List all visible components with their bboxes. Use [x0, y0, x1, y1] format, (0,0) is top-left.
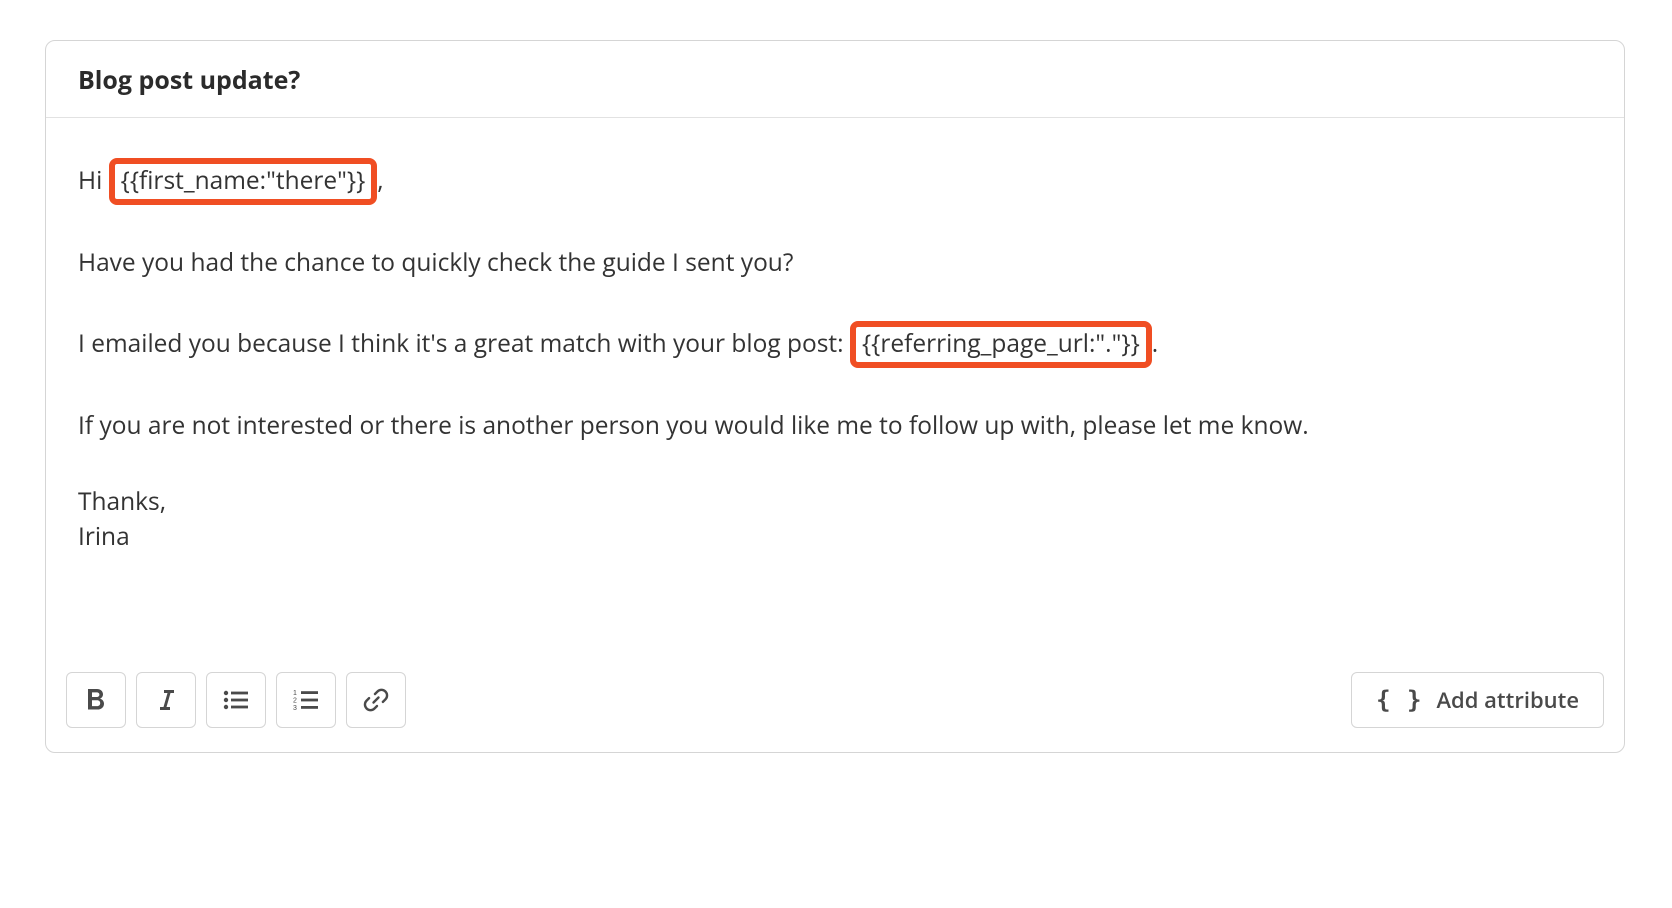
subject-text: Blog post update?	[78, 63, 300, 97]
bold-icon	[84, 687, 108, 713]
bullet-list-button[interactable]	[206, 672, 266, 728]
merge-tag-first-name[interactable]: {{first_name:"there"}}	[109, 158, 378, 205]
svg-text:2: 2	[293, 698, 297, 705]
toolbar-left-group: 1 2 3	[66, 672, 406, 728]
editor-toolbar: 1 2 3	[46, 658, 1624, 752]
greeting-prefix: Hi	[78, 164, 109, 197]
greeting-suffix: ,	[377, 164, 383, 197]
body-line-2-suffix: .	[1152, 327, 1158, 360]
bold-button[interactable]	[66, 672, 126, 728]
merge-tag-referring-url-text: {{referring_page_url:"."}}	[862, 327, 1140, 360]
svg-text:1: 1	[293, 690, 297, 697]
email-body-editor[interactable]: Hi {{first_name:"there"}}, Have you had …	[46, 118, 1624, 658]
signoff-line: Thanks,	[78, 484, 1592, 520]
merge-tag-referring-url[interactable]: {{referring_page_url:"."}}	[850, 321, 1152, 368]
numbered-list-icon: 1 2 3	[292, 688, 320, 712]
link-button[interactable]	[346, 672, 406, 728]
add-attribute-label: Add attribute	[1437, 685, 1580, 715]
braces-icon: { }	[1376, 686, 1422, 714]
body-line-3: If you are not interested or there is an…	[78, 408, 1592, 444]
subject-row[interactable]: Blog post update?	[46, 41, 1624, 118]
svg-text:3: 3	[293, 705, 297, 712]
email-editor-card: Blog post update? Hi {{first_name:"there…	[45, 40, 1625, 753]
page-canvas: Blog post update? Hi {{first_name:"there…	[0, 0, 1672, 908]
body-line-2-prefix: I emailed you because I think it's a gre…	[78, 327, 850, 360]
italic-icon	[154, 687, 178, 713]
greeting-line: Hi {{first_name:"there"}},	[78, 158, 1592, 205]
merge-tag-first-name-text: {{first_name:"there"}}	[121, 164, 366, 197]
numbered-list-button[interactable]: 1 2 3	[276, 672, 336, 728]
link-icon	[363, 687, 389, 713]
body-line-2: I emailed you because I think it's a gre…	[78, 321, 1592, 368]
add-attribute-button[interactable]: { } Add attribute	[1351, 672, 1604, 728]
bullet-list-icon	[222, 688, 250, 712]
body-line-1: Have you had the chance to quickly check…	[78, 245, 1592, 281]
signature-line: Irina	[78, 519, 1592, 555]
italic-button[interactable]	[136, 672, 196, 728]
